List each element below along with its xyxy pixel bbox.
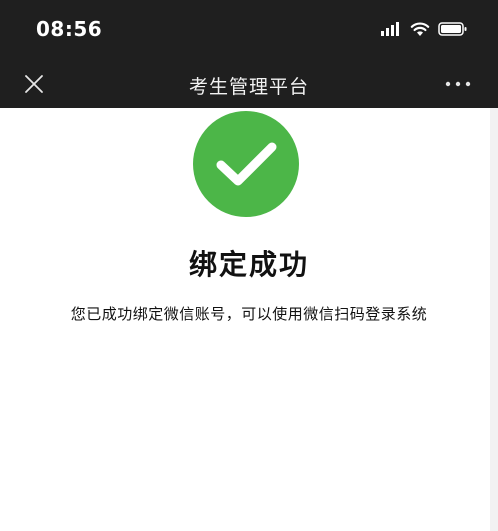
signal-icon (381, 22, 399, 36)
success-title: 绑定成功 (188, 248, 309, 281)
page-title: 考生管理平台 (188, 76, 309, 98)
success-check-icon (193, 111, 299, 217)
wifi-icon (410, 22, 430, 36)
success-description: 您已成功绑定微信账号，可以使用微信扫码登录系统 (70, 305, 428, 323)
battery-icon (438, 22, 467, 36)
status-icons (380, 18, 468, 40)
more-icon[interactable] (444, 72, 472, 96)
status-bar: 08:56 (0, 0, 498, 60)
status-time: 08:56 (36, 17, 103, 41)
nav-bar: 考生管理平台 (0, 60, 498, 108)
screen: 08:56 考生管理平台 绑定成功 您已成功绑定微信账号，可以使用微信扫码登录系… (0, 0, 498, 531)
